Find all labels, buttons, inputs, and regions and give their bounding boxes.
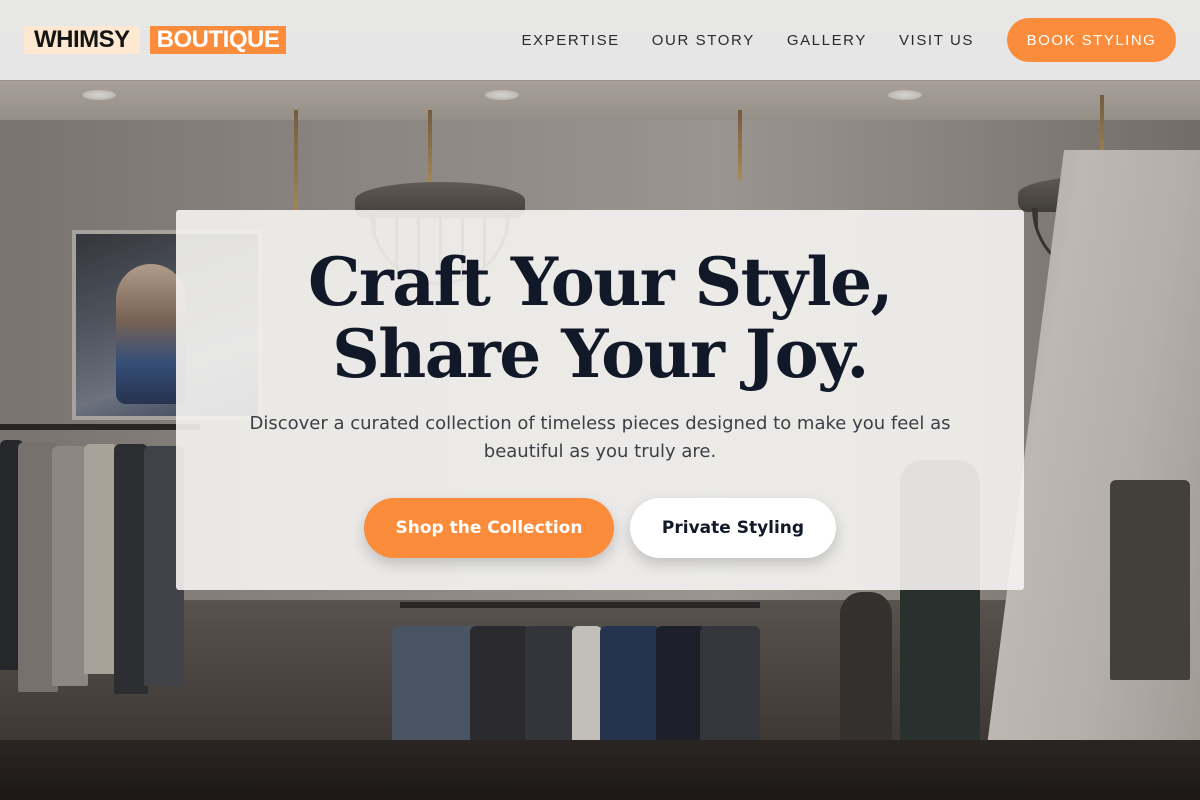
site-header: WHIMSY BOUTIQUE EXPERTISE OUR STORY GALL…: [0, 0, 1200, 80]
main-nav: EXPERTISE OUR STORY GALLERY VISIT US BOO…: [521, 18, 1176, 62]
brand-logo[interactable]: WHIMSY BOUTIQUE: [24, 25, 287, 55]
logo-text-boutique: BOUTIQUE: [149, 26, 287, 54]
hero-actions: Shop the Collection Private Styling: [176, 498, 1024, 558]
hero-card: Craft Your Style, Share Your Joy. Discov…: [176, 210, 1024, 590]
book-styling-button[interactable]: BOOK STYLING: [1007, 18, 1176, 62]
hero-title: Craft Your Style, Share Your Joy.: [176, 246, 1024, 390]
nav-link-visit-us[interactable]: VISIT US: [899, 32, 974, 49]
nav-link-our-story[interactable]: OUR STORY: [652, 32, 755, 49]
hero-title-line-2: Share Your Joy.: [332, 315, 869, 393]
hero-title-line-1: Craft Your Style,: [307, 243, 894, 321]
logo-text-whimsy: WHIMSY: [24, 26, 140, 54]
shop-collection-button[interactable]: Shop the Collection: [364, 498, 614, 558]
private-styling-button[interactable]: Private Styling: [630, 498, 836, 558]
nav-link-gallery[interactable]: GALLERY: [787, 32, 867, 49]
nav-link-expertise[interactable]: EXPERTISE: [521, 32, 619, 49]
hero-subtitle: Discover a curated collection of timeles…: [249, 413, 951, 462]
